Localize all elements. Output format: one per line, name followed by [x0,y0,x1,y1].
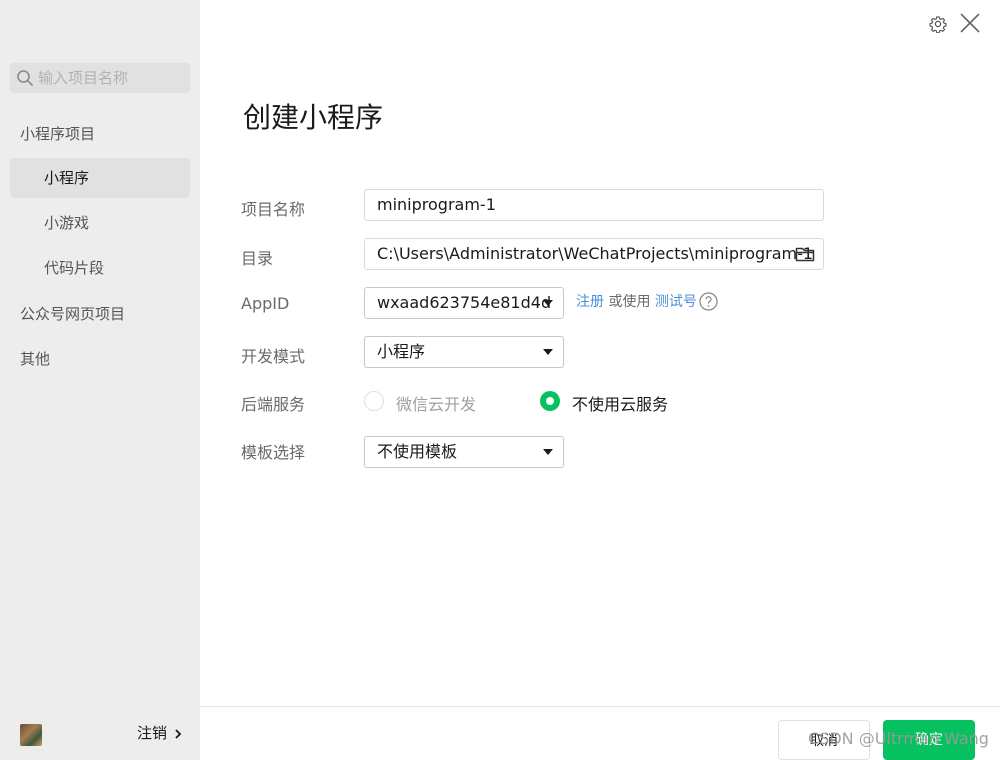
template-select[interactable]: 不使用模板 [364,436,564,468]
directory-input[interactable]: C:\Users\Administrator\WeChatProjects\mi… [364,238,824,270]
directory-value: C:\Users\Administrator\WeChatProjects\mi… [377,244,814,263]
sidebar-item-code-snippet[interactable]: 代码片段 [10,248,190,288]
project-name-label: 项目名称 [241,200,306,219]
appid-links: 注册 或使用 测试号 [576,291,697,311]
dev-mode-label: 开发模式 [241,347,306,366]
search-input[interactable] [38,63,186,93]
logout-button[interactable]: 注销 [137,722,167,743]
dev-mode-value: 小程序 [377,342,426,361]
test-account-link[interactable]: 测试号 [655,294,697,310]
register-link[interactable]: 注册 [576,294,604,310]
nav-group-other[interactable]: 其他 [20,348,50,369]
avatar[interactable] [20,724,42,746]
chevron-down-icon [543,449,553,455]
appid-label: AppID [241,294,290,313]
radio-no-cloud-label: 不使用云服务 [572,395,669,414]
watermark: CSDN @Ultrman Wang [808,729,989,748]
or-use-text: 或使用 [608,294,651,310]
radio-no-cloud[interactable] [540,391,560,411]
search-icon [17,70,33,86]
template-value: 不使用模板 [377,442,458,461]
chevron-down-icon [543,300,553,306]
nav-group-official-account-web[interactable]: 公众号网页项目 [20,303,125,324]
radio-wechat-cloud[interactable] [364,391,384,411]
appid-select[interactable]: wxaad623754e81d4d [364,287,564,319]
project-name-input[interactable]: miniprogram-1 [364,189,824,221]
directory-label: 目录 [241,249,274,268]
template-label: 模板选择 [241,443,306,462]
appid-value: wxaad623754e81d4d [377,293,552,312]
folder-icon[interactable] [795,245,815,263]
project-name-value: miniprogram-1 [377,195,496,214]
sidebar-item-miniprogram[interactable]: 小程序 [10,158,190,198]
chevron-down-icon [543,349,553,355]
chevron-right-icon[interactable] [173,728,183,740]
backend-label: 后端服务 [241,395,306,414]
sidebar: 小程序项目 小程序 小游戏 代码片段 公众号网页项目 其他 注销 [0,0,200,760]
gear-icon[interactable] [929,15,947,33]
page-title: 创建小程序 [243,101,384,134]
help-icon[interactable] [699,292,718,311]
radio-wechat-cloud-label: 微信云开发 [396,395,477,414]
user-bar: 注销 [0,708,200,760]
sidebar-item-minigame[interactable]: 小游戏 [10,203,190,243]
close-icon[interactable] [959,12,981,34]
search-box[interactable] [10,63,190,93]
dev-mode-select[interactable]: 小程序 [364,336,564,368]
nav-group-miniprogram-projects[interactable]: 小程序项目 [20,123,95,144]
